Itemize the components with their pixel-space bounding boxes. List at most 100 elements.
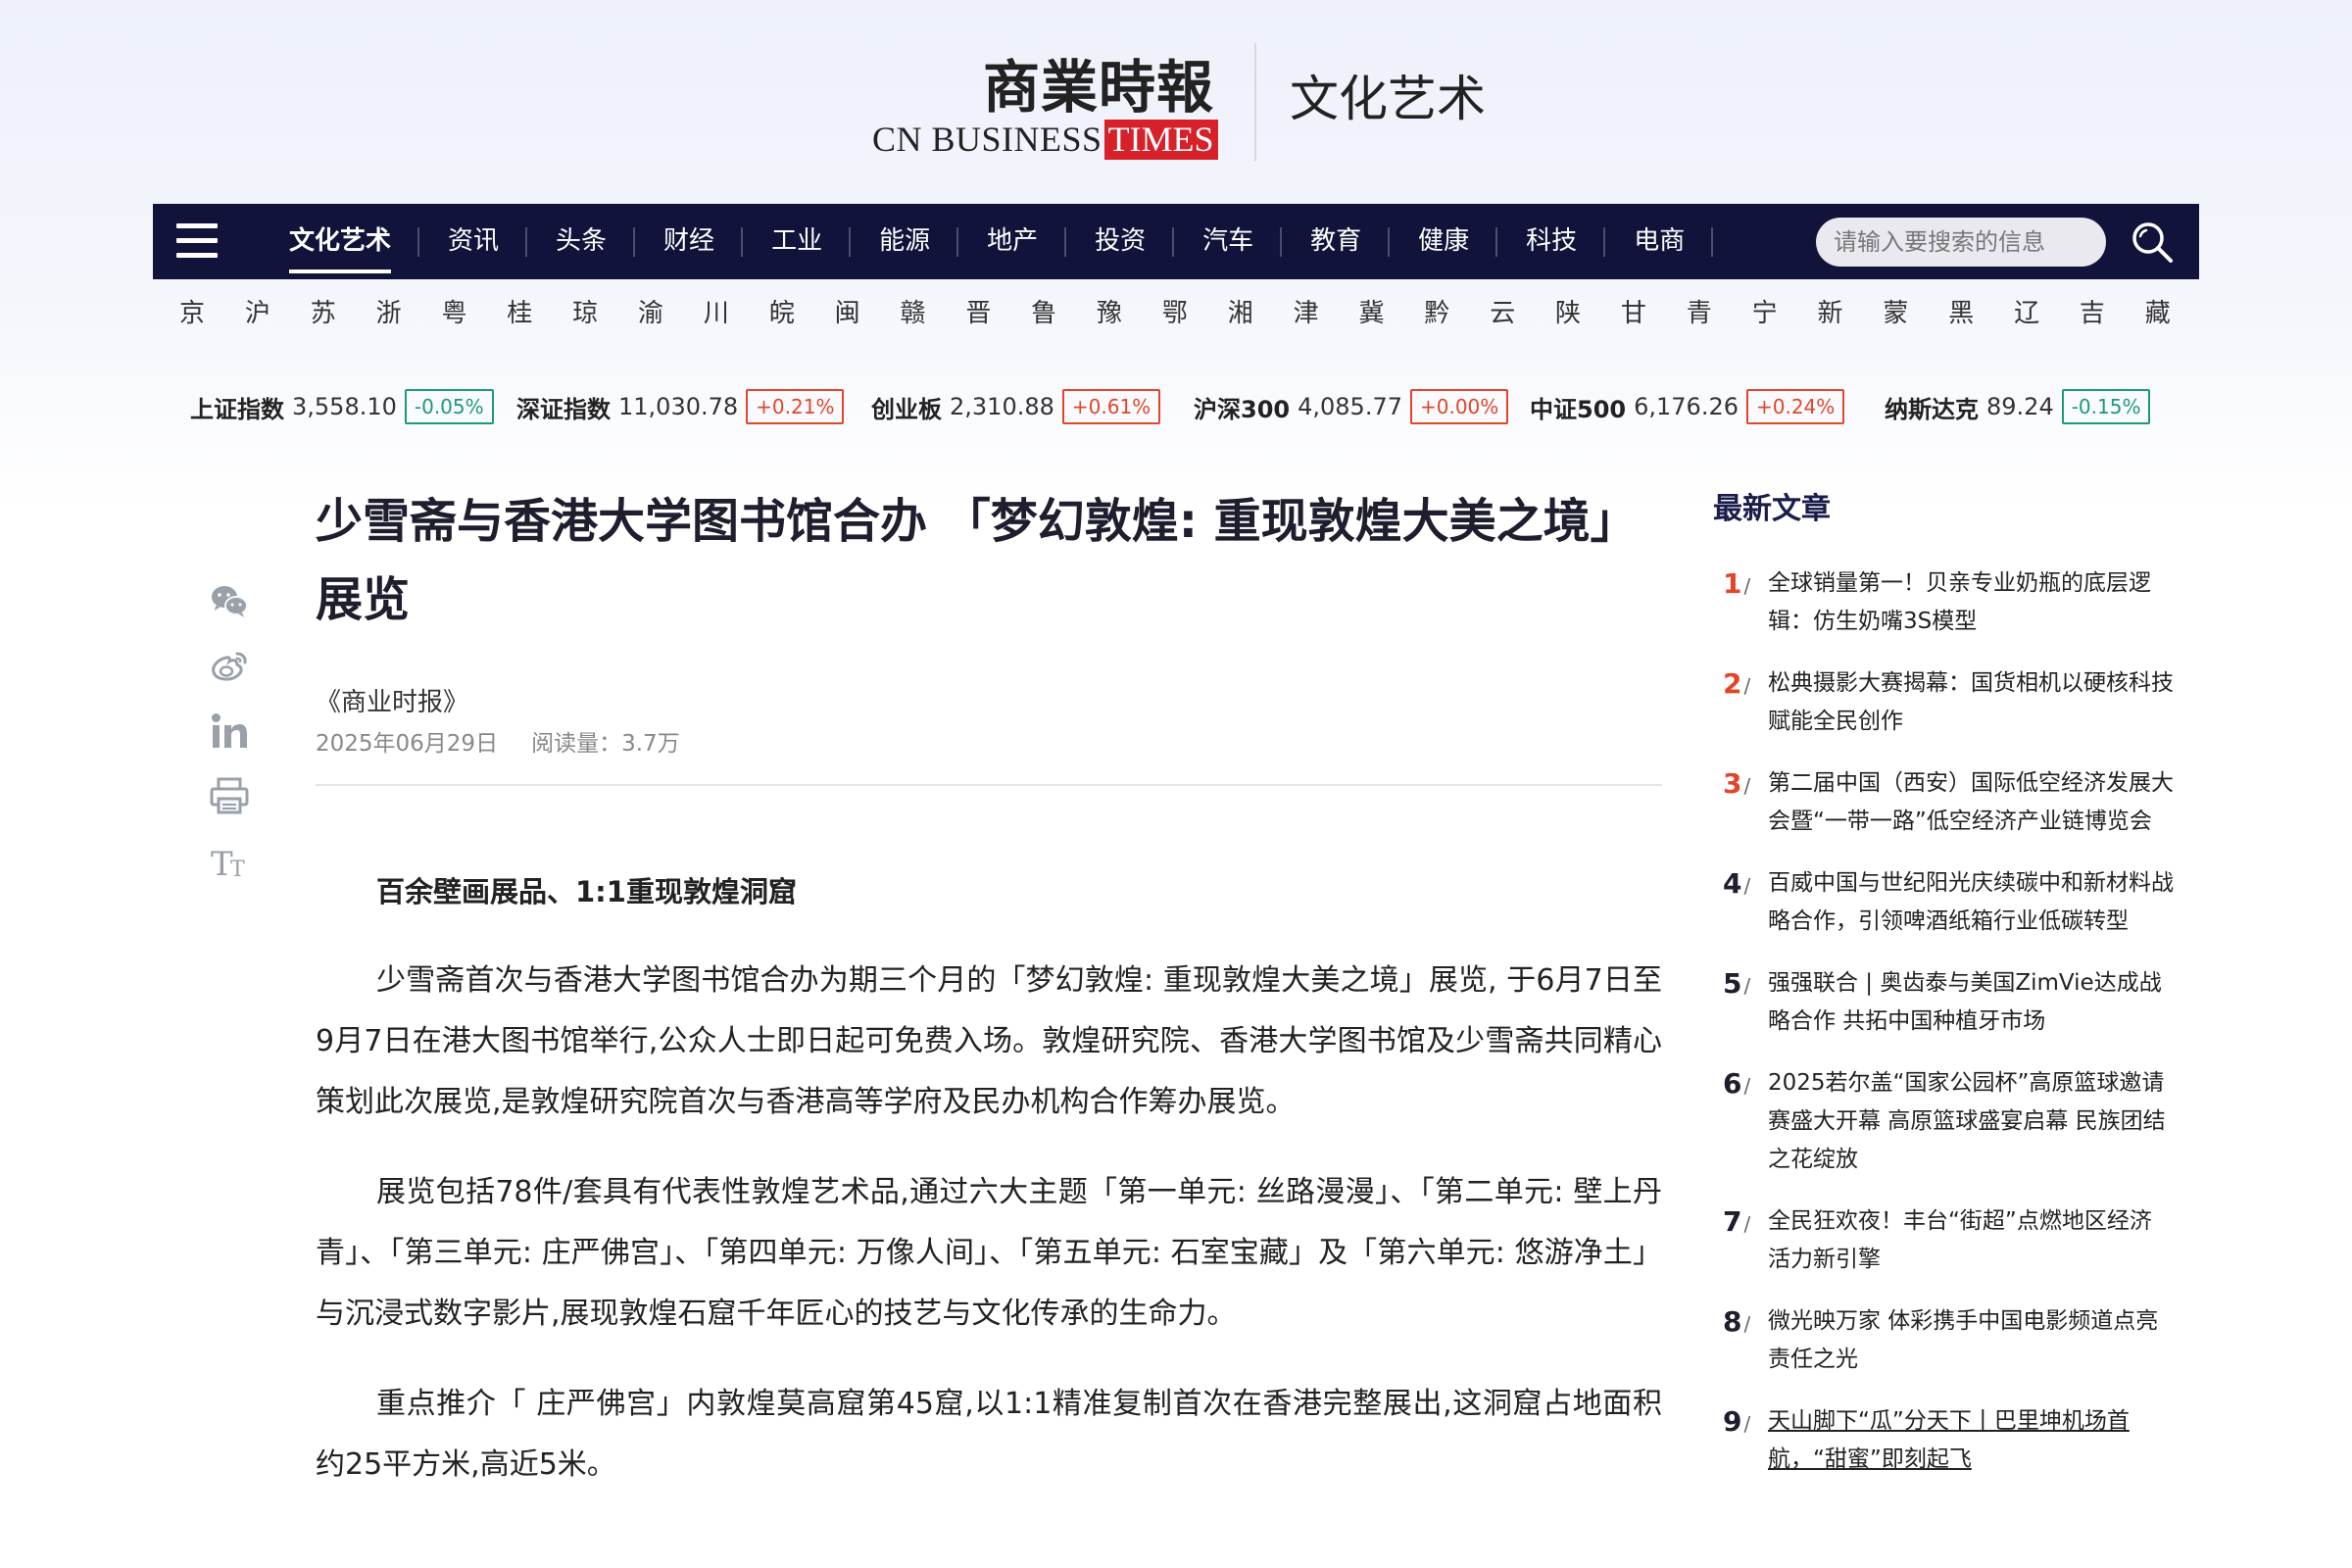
ticker-name: 中证500 bbox=[1530, 395, 1627, 423]
search-input[interactable] bbox=[1816, 218, 2106, 267]
latest-article-item[interactable]: 8/微光映万家 体彩携手中国电影频道点亮责任之光 bbox=[1713, 1302, 2174, 1379]
hamburger-menu-icon[interactable] bbox=[176, 223, 218, 259]
ticker-value: 11,030.78 bbox=[618, 393, 739, 420]
ticker-change-badge: -0.05% bbox=[404, 389, 494, 424]
province-link[interactable]: 渝 bbox=[638, 294, 663, 333]
province-link[interactable]: 桂 bbox=[507, 294, 532, 333]
article-title: 少雪斋与香港大学图书馆合办 「梦幻敦煌: 重现敦煌大美之境」展览 bbox=[316, 494, 1638, 627]
province-link[interactable]: 青 bbox=[1687, 294, 1712, 333]
market-ticker[interactable]: 纳斯达克 89.24 -0.15% bbox=[1885, 385, 2151, 428]
market-ticker[interactable]: 沪深300 4,085.77 +0.00% bbox=[1194, 385, 1509, 428]
province-link[interactable]: 京 bbox=[179, 294, 205, 333]
ticker-value: 4,085.77 bbox=[1298, 393, 1402, 420]
province-link[interactable]: 吉 bbox=[2080, 294, 2105, 333]
province-link[interactable]: 豫 bbox=[1097, 294, 1122, 333]
province-link[interactable]: 冀 bbox=[1358, 294, 1384, 333]
nav-item[interactable]: 财经 bbox=[635, 204, 744, 279]
latest-article-title[interactable]: 全球销量第一！贝亲专业奶瓶的底层逻辑：仿生奶嘴3S模型 bbox=[1768, 564, 2174, 641]
latest-article-title[interactable]: 第二届中国（西安）国际低空经济发展大会暨“一带一路”低空经济产业链博览会 bbox=[1768, 764, 2174, 841]
province-link[interactable]: 苏 bbox=[311, 294, 336, 333]
latest-article-title[interactable]: 2025若尔盖“国家公园杯”高原篮球邀请赛盛大开幕 高原篮球盛宴启幕 民族团结之… bbox=[1768, 1064, 2174, 1179]
province-link[interactable]: 琼 bbox=[572, 294, 598, 333]
ticker-name: 创业板 bbox=[871, 395, 942, 423]
latest-article-item[interactable]: 3/第二届中国（西安）国际低空经济发展大会暨“一带一路”低空经济产业链博览会 bbox=[1713, 764, 2174, 841]
province-link[interactable]: 浙 bbox=[376, 294, 402, 333]
article-rank-number: 5/ bbox=[1723, 964, 1750, 1005]
article-divider bbox=[316, 784, 1662, 786]
nav-item[interactable]: 电商 bbox=[1605, 204, 1714, 279]
latest-article-title[interactable]: 松典摄影大赛揭幕：国货相机以硬核科技赋能全民创作 bbox=[1768, 664, 2174, 741]
rank-digit: 9 bbox=[1723, 1405, 1742, 1438]
province-link[interactable]: 粤 bbox=[441, 294, 466, 333]
province-link[interactable]: 藏 bbox=[2145, 294, 2171, 333]
ticker-name: 深证指数 bbox=[516, 395, 611, 423]
market-ticker[interactable]: 上证指数 3,558.10 -0.05% bbox=[190, 385, 494, 428]
province-link[interactable]: 云 bbox=[1490, 294, 1515, 333]
province-link[interactable]: 陕 bbox=[1555, 294, 1581, 333]
nav-item[interactable]: 工业 bbox=[743, 204, 852, 279]
province-link[interactable]: 黑 bbox=[1948, 294, 1974, 333]
rank-digit: 4 bbox=[1723, 867, 1742, 900]
province-link[interactable]: 甘 bbox=[1621, 294, 1646, 333]
province-link[interactable]: 闽 bbox=[835, 294, 860, 333]
site-logo[interactable]: 商業時報 CN BUSINESS TIMES bbox=[867, 51, 1230, 169]
latest-article-item[interactable]: 9/天山脚下“瓜”分天下丨巴里坤机场首航，“甜蜜”即刻起飞 bbox=[1713, 1402, 2174, 1479]
nav-item[interactable]: 汽车 bbox=[1174, 204, 1283, 279]
print-icon[interactable] bbox=[206, 772, 253, 819]
market-ticker[interactable]: 深证指数 11,030.78 +0.21% bbox=[516, 385, 845, 428]
nav-item[interactable]: 科技 bbox=[1497, 204, 1606, 279]
nav-item[interactable]: 头条 bbox=[527, 204, 636, 279]
article-rank-number: 8/ bbox=[1723, 1302, 1750, 1344]
nav-item[interactable]: 资讯 bbox=[419, 204, 528, 279]
province-link[interactable]: 晋 bbox=[965, 294, 991, 333]
article-rank-number: 9/ bbox=[1723, 1402, 1750, 1444]
latest-article-title[interactable]: 强强联合 | 奥齿泰与美国ZimVie达成战略合作 共拓中国种植牙市场 bbox=[1768, 964, 2174, 1041]
province-nav: 京 沪 苏 浙粤 桂 琼 渝 川 皖 闽 赣 晋 鲁 豫 鄂 湘 津冀 黔 云 陕 甘 青 宁新 蒙 黑 辽 吉 藏 bbox=[179, 294, 2171, 333]
latest-article-item[interactable]: 6/2025若尔盖“国家公园杯”高原篮球邀请赛盛大开幕 高原篮球盛宴启幕 民族团… bbox=[1713, 1064, 2174, 1179]
market-ticker[interactable]: 中证500 6,176.26 +0.24% bbox=[1530, 385, 1845, 428]
province-link[interactable]: 津 bbox=[1294, 294, 1319, 333]
province-link[interactable]: 鲁 bbox=[1031, 294, 1056, 333]
article-date: 2025年06月29日 bbox=[316, 731, 499, 757]
latest-article-item[interactable]: 2/松典摄影大赛揭幕：国货相机以硬核科技赋能全民创作 bbox=[1713, 664, 2174, 741]
weibo-icon[interactable] bbox=[206, 643, 253, 690]
latest-article-title[interactable]: 百威中国与世纪阳光庆续碳中和新材料战略合作，引领啤酒纸箱行业低碳转型 bbox=[1768, 864, 2174, 941]
market-ticker[interactable]: 创业板 2,310.88 +0.61% bbox=[871, 385, 1161, 428]
latest-article-item[interactable]: 4/百威中国与世纪阳光庆续碳中和新材料战略合作，引领啤酒纸箱行业低碳转型 bbox=[1713, 864, 2174, 941]
latest-article-item[interactable]: 7/全民狂欢夜！丰台“街超”点燃地区经济活力新引擎 bbox=[1713, 1202, 2174, 1279]
province-link[interactable]: 湘 bbox=[1228, 294, 1253, 333]
province-link[interactable]: 赣 bbox=[900, 294, 925, 333]
logo-english-accent: TIMES bbox=[1103, 120, 1218, 160]
nav-item[interactable]: 能源 bbox=[851, 204, 959, 279]
province-link[interactable]: 蒙 bbox=[1883, 294, 1908, 333]
latest-article-title[interactable]: 微光映万家 体彩携手中国电影频道点亮责任之光 bbox=[1768, 1302, 2174, 1379]
article-rank-number: 2/ bbox=[1723, 664, 1750, 706]
nav-item[interactable]: 投资 bbox=[1066, 204, 1175, 279]
nav-item[interactable]: 地产 bbox=[958, 204, 1067, 279]
province-link[interactable]: 皖 bbox=[769, 294, 795, 333]
latest-article-title[interactable]: 天山脚下“瓜”分天下丨巴里坤机场首航，“甜蜜”即刻起飞 bbox=[1768, 1402, 2174, 1479]
latest-article-item[interactable]: 1/全球销量第一！贝亲专业奶瓶的底层逻辑：仿生奶嘴3S模型 bbox=[1713, 564, 2174, 641]
latest-article-item[interactable]: 5/强强联合 | 奥齿泰与美国ZimVie达成战略合作 共拓中国种植牙市场 bbox=[1713, 964, 2174, 1041]
province-link[interactable]: 鄂 bbox=[1162, 294, 1188, 333]
linkedin-icon[interactable] bbox=[206, 708, 253, 755]
rank-slash: / bbox=[1743, 1074, 1751, 1098]
rank-slash: / bbox=[1743, 974, 1751, 998]
wechat-icon[interactable] bbox=[206, 578, 253, 625]
province-link[interactable]: 新 bbox=[1817, 294, 1842, 333]
province-link[interactable]: 沪 bbox=[245, 294, 270, 333]
ticker-value: 89.24 bbox=[1986, 393, 2054, 420]
font-size-icon[interactable]: T T bbox=[206, 837, 253, 884]
province-link[interactable]: 辽 bbox=[2014, 294, 2039, 333]
nav-item[interactable]: 教育 bbox=[1282, 204, 1391, 279]
nav-item[interactable]: 健康 bbox=[1390, 204, 1498, 279]
article-rank-number: 3/ bbox=[1723, 764, 1750, 806]
logo-english-main: CN BUSINESS bbox=[872, 120, 1102, 159]
province-link[interactable]: 黔 bbox=[1424, 294, 1449, 333]
article-paragraph: 少雪斋首次与香港大学图书馆合办为期三个月的「梦幻敦煌: 重现敦煌大美之境」展览,… bbox=[316, 963, 1662, 1119]
province-link[interactable]: 川 bbox=[704, 294, 729, 333]
nav-item[interactable]: 文化艺术 bbox=[261, 204, 420, 279]
province-link[interactable]: 宁 bbox=[1752, 294, 1778, 333]
latest-article-title[interactable]: 全民狂欢夜！丰台“街超”点燃地区经济活力新引擎 bbox=[1768, 1202, 2174, 1279]
search-icon[interactable] bbox=[2128, 218, 2177, 267]
